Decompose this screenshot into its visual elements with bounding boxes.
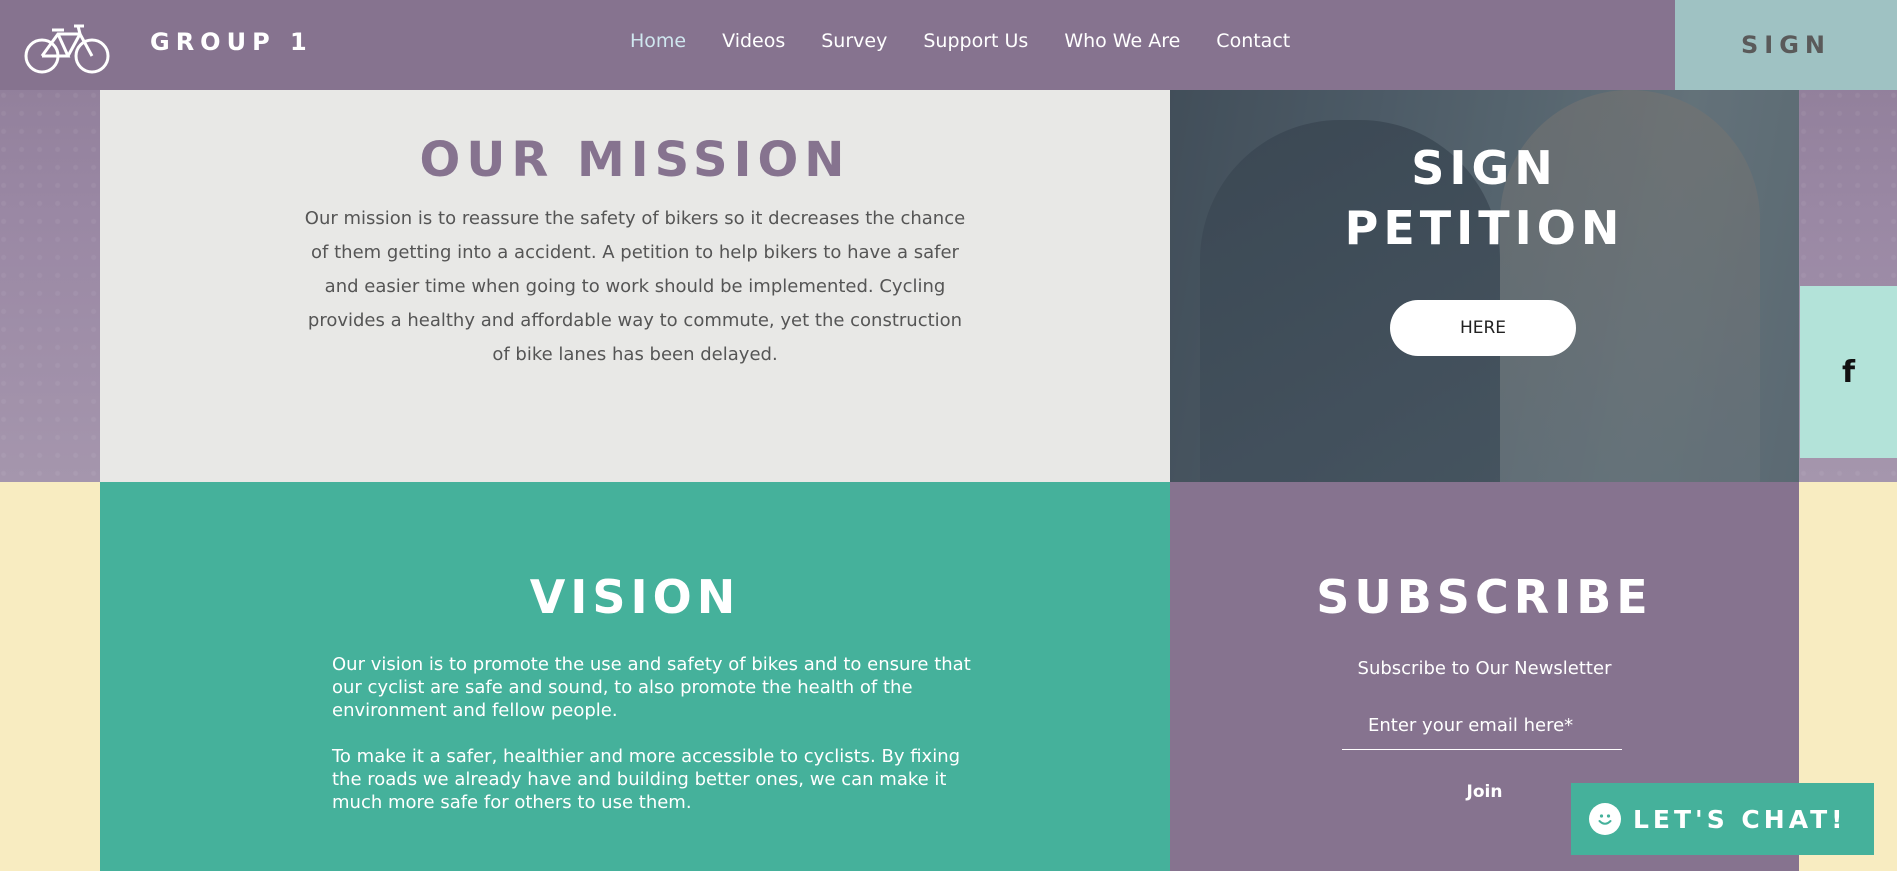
vision-paragraph-1: Our vision is to promote the use and saf… <box>332 654 971 721</box>
email-field[interactable] <box>1342 702 1622 750</box>
subscribe-title: SUBSCRIBE <box>1316 570 1653 624</box>
nav-videos[interactable]: Videos <box>722 30 785 52</box>
brand-name[interactable]: GROUP 1 <box>150 28 313 56</box>
bicycle-icon[interactable] <box>24 20 110 76</box>
chat-label: LET'S CHAT! <box>1633 804 1847 834</box>
nav-support-us[interactable]: Support Us <box>923 30 1028 52</box>
petition-title: SIGN PETITION <box>1170 138 1799 258</box>
vision-section: VISION Our vision is to promote the use … <box>100 482 1170 871</box>
vision-paragraph-2: To make it a safer, healthier and more a… <box>332 746 961 813</box>
petition-title-line1: SIGN <box>1411 141 1558 195</box>
nav-who-we-are[interactable]: Who We Are <box>1064 30 1180 52</box>
facebook-link[interactable]: f <box>1800 286 1897 458</box>
petition-here-button[interactable]: HERE <box>1390 300 1576 356</box>
mission-title: OUR MISSION <box>419 132 851 188</box>
main-nav: Home Videos Survey Support Us Who We Are… <box>630 30 1326 52</box>
mission-section: OUR MISSION Our mission is to reassure t… <box>100 90 1170 482</box>
header: GROUP 1 Home Videos Survey Support Us Wh… <box>0 0 1675 90</box>
sign-button[interactable]: SIGN <box>1675 0 1897 90</box>
smiley-icon <box>1589 803 1621 835</box>
petition-title-line2: PETITION <box>1344 201 1625 255</box>
facebook-icon[interactable]: f <box>1842 355 1855 390</box>
nav-home[interactable]: Home <box>630 30 686 52</box>
newsletter-label: Subscribe to Our Newsletter <box>1357 658 1612 679</box>
nav-contact[interactable]: Contact <box>1216 30 1290 52</box>
chat-widget[interactable]: LET'S CHAT! <box>1571 783 1874 855</box>
mission-text: Our mission is to reassure the safety of… <box>304 208 966 365</box>
nav-survey[interactable]: Survey <box>821 30 887 52</box>
petition-section: SIGN PETITION HERE <box>1170 90 1799 482</box>
vision-title: VISION <box>529 570 741 624</box>
